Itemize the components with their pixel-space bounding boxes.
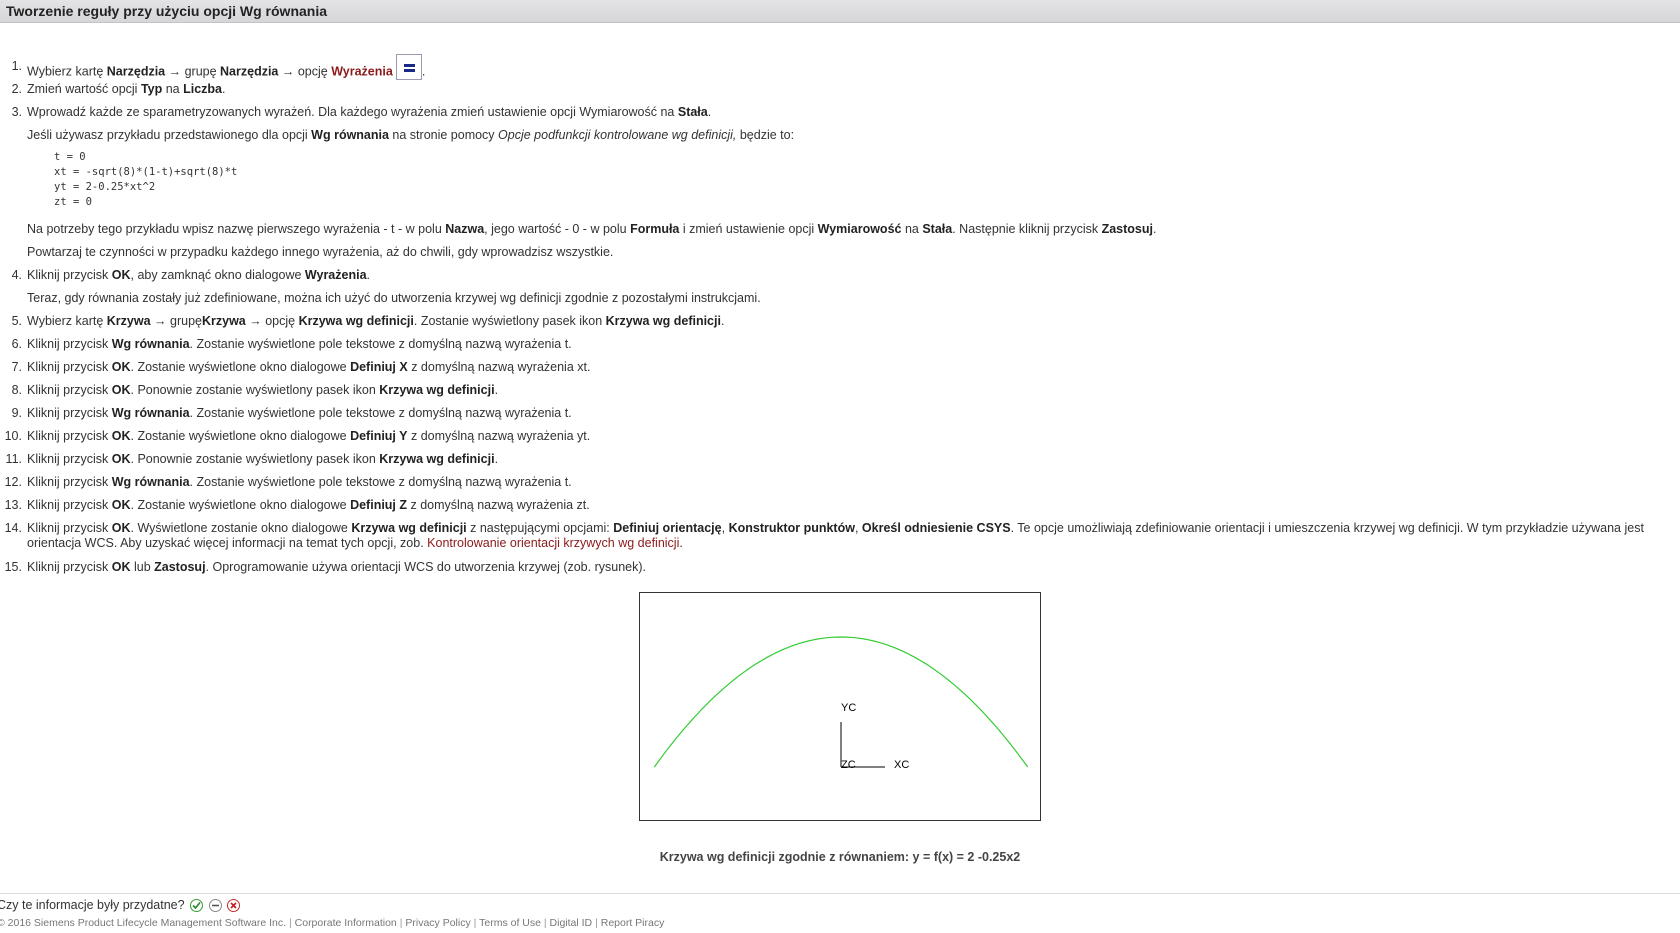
code-block: t = 0 xt = -sqrt(8)*(1-t)+sqrt(8)*t yt =… [54, 151, 238, 208]
step-text: Kliknij przycisk OK. Ponownie zostanie w… [27, 452, 499, 466]
footer-link[interactable]: Corporate Information [295, 917, 397, 929]
step-text: Wybierz kartę Krzywa → grupęKrzywa → opc… [27, 314, 725, 328]
orientation-link[interactable]: Kontrolowanie orientacji krzywych wg def… [427, 536, 679, 550]
step-note: Powtarzaj te czynności w przypadku każde… [27, 245, 614, 259]
step-number: 9. [11, 406, 22, 420]
footer: © 2016 Siemens Product Lifecycle Managem… [0, 917, 664, 929]
footer-link[interactable]: Privacy Policy [405, 917, 470, 929]
step-number: 13. [4, 498, 22, 512]
figure-caption: Krzywa wg definicji zgodnie z równaniem:… [659, 850, 1021, 864]
step-note: Teraz, gdy równania zostały już zdefinio… [27, 291, 761, 305]
feedback-bar: Czy te informacje były przydatne? [0, 898, 241, 913]
step-text: Kliknij przycisk OK. Zostanie wyświetlon… [27, 360, 591, 374]
step-text: Kliknij przycisk Wg równania. Zostanie w… [27, 475, 572, 489]
step-note: Na potrzeby tego przykładu wpisz nazwę p… [27, 222, 1157, 236]
step-text: Kliknij przycisk OK. Ponownie zostanie w… [27, 383, 499, 397]
step-text: Kliknij przycisk OK. Zostanie wyświetlon… [27, 498, 590, 512]
step-note: Jeśli używasz przykładu przedstawionego … [27, 128, 795, 142]
step-text: Kliknij przycisk OK. Wyświetlone zostani… [27, 521, 1644, 550]
footer-link[interactable]: Digital ID [550, 917, 593, 929]
step-number: 6. [11, 337, 22, 351]
step-number: 5. [11, 314, 22, 328]
footer-link[interactable]: Terms of Use [479, 917, 541, 929]
check-icon[interactable] [190, 899, 204, 913]
close-icon[interactable] [227, 899, 241, 913]
step-text: Kliknij przycisk OK. Zostanie wyświetlon… [27, 429, 591, 443]
expressions-link[interactable]: Wyrażenia [331, 64, 393, 78]
step-number: 1. [11, 59, 22, 73]
xc-label: XC [894, 759, 909, 771]
step-text: Zmień wartość opcji Typ na Liczba. [27, 82, 226, 96]
step-number: 2. [11, 82, 22, 96]
step-number: 10. [4, 429, 22, 443]
step-text: Kliknij przycisk Wg równania. Zostanie w… [27, 406, 572, 420]
step-number: 15. [4, 560, 22, 574]
minus-icon[interactable] [208, 899, 222, 913]
step-number: 3. [11, 105, 22, 119]
step-number: 12. [4, 475, 22, 489]
step-text: Wprowadź każde ze sparametryzowanych wyr… [27, 105, 712, 119]
curve-diagram: YC XC ZC [653, 636, 1029, 771]
step-number: 7. [11, 360, 22, 374]
page-title: Tworzenie reguły przy użyciu opcji Wg ró… [0, 0, 1680, 23]
step-number: 4. [11, 268, 22, 282]
step-number: 14. [4, 521, 22, 535]
copyright: © 2016 Siemens Product Lifecycle Managem… [0, 917, 287, 929]
step-number: 11. [5, 452, 22, 466]
step-text: Kliknij przycisk Wg równania. Zostanie w… [27, 337, 572, 351]
zc-label: ZC [841, 759, 856, 771]
step-text: Kliknij przycisk OK lub Zastosuj. Oprogr… [27, 560, 646, 574]
step-number: 8. [11, 383, 22, 397]
equals-icon [395, 54, 422, 80]
footer-link[interactable]: Report Piracy [601, 917, 665, 929]
feedback-question: Czy te informacje były przydatne? [0, 898, 185, 912]
step-text: Kliknij przycisk OK, aby zamknąć okno di… [27, 268, 371, 282]
yc-label: YC [841, 702, 856, 714]
curve-figure: YC XC ZC [639, 592, 1041, 821]
divider [0, 893, 1680, 894]
